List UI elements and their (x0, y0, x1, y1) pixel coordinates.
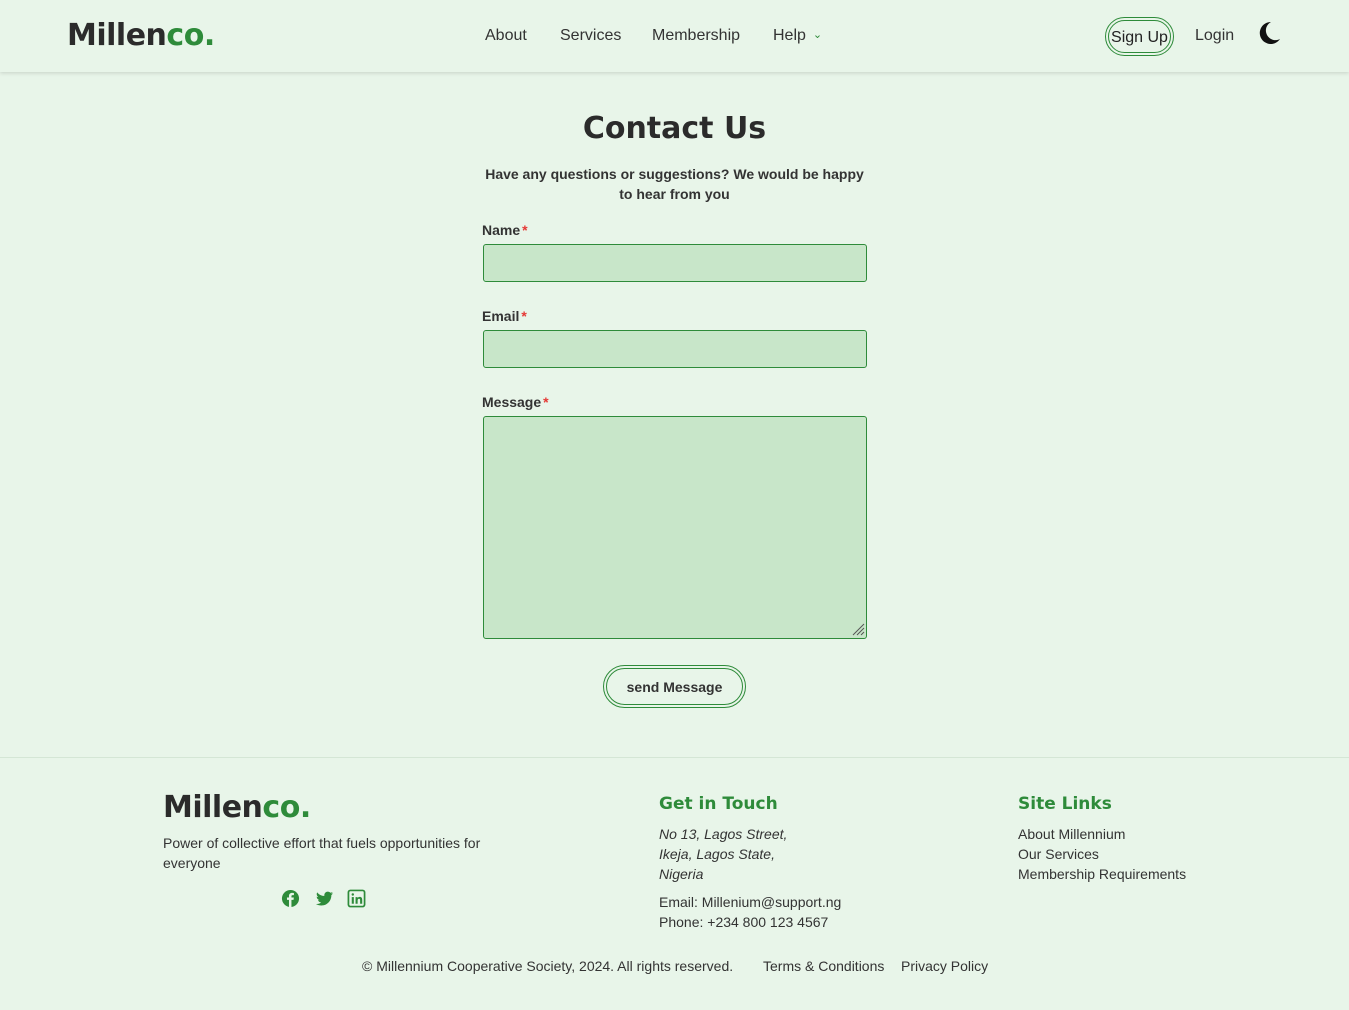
site-link-membership-requirements[interactable]: Membership Requirements (1018, 866, 1186, 882)
message-label-text: Message (482, 394, 542, 410)
address-line: No 13, Lagos Street, (659, 826, 788, 842)
nav-help-dropdown[interactable]: Help ⌄ (773, 27, 822, 45)
logo-text-accent: co. (166, 18, 215, 53)
copyright-text: © Millennium Cooperative Society, 2024. … (362, 958, 734, 974)
address-line: Nigeria (659, 866, 704, 882)
facebook-icon[interactable] (281, 889, 300, 908)
logo-text-main: Millen (67, 18, 167, 53)
address-line: Ikeja, Lagos State, (659, 846, 775, 862)
get-in-touch-heading: Get in Touch (659, 794, 778, 814)
name-input[interactable] (483, 244, 867, 282)
message-label: Message * (482, 394, 549, 410)
page-title: Contact Us (582, 111, 767, 146)
login-link[interactable]: Login (1195, 27, 1234, 45)
site-link-services[interactable]: Our Services (1018, 846, 1099, 862)
email-input[interactable] (483, 330, 867, 368)
nav-about-link[interactable]: About (485, 27, 527, 45)
twitter-icon[interactable] (315, 889, 334, 908)
email-label-text: Email (482, 308, 520, 324)
contact-email: Email: Millenium@support.ng (659, 894, 842, 910)
footer-logo[interactable]: Millenco. (163, 790, 311, 825)
footer-tagline: Power of collective effort that fuels op… (163, 835, 481, 871)
logo-text-main: Millen (163, 790, 263, 825)
nav-services-link[interactable]: Services (560, 27, 621, 45)
name-label: Name * (482, 222, 528, 238)
chevron-down-icon: ⌄ (812, 29, 823, 41)
name-label-text: Name (482, 222, 521, 238)
send-message-label: send Message (606, 668, 743, 705)
footer-divider (0, 757, 1349, 758)
send-message-button[interactable]: send Message (603, 665, 746, 708)
required-marker: * (521, 308, 527, 324)
message-textarea[interactable] (483, 416, 867, 639)
site-header: Millenco. About Services Membership Help… (0, 0, 1349, 72)
sign-up-button[interactable]: Sign Up (1105, 17, 1174, 56)
resize-grip-icon[interactable] (851, 622, 865, 636)
nav-help-label: Help (773, 27, 806, 44)
contact-phone: Phone: +234 800 123 4567 (659, 914, 829, 930)
site-logo[interactable]: Millenco. (67, 18, 215, 53)
sign-up-label: Sign Up (1108, 20, 1171, 53)
site-links-heading: Site Links (1018, 794, 1112, 814)
email-label: Email * (482, 308, 527, 324)
privacy-link[interactable]: Privacy Policy (901, 958, 988, 974)
nav-membership-link[interactable]: Membership (652, 27, 740, 45)
linkedin-icon[interactable] (347, 889, 366, 908)
terms-link[interactable]: Terms & Conditions (763, 958, 884, 974)
moon-icon[interactable] (1255, 19, 1283, 47)
required-marker: * (522, 222, 528, 238)
site-link-about[interactable]: About Millennium (1018, 826, 1125, 842)
logo-text-accent: co. (262, 790, 311, 825)
page-subtitle: Have any questions or suggestions? We wo… (485, 166, 864, 202)
required-marker: * (543, 394, 549, 410)
